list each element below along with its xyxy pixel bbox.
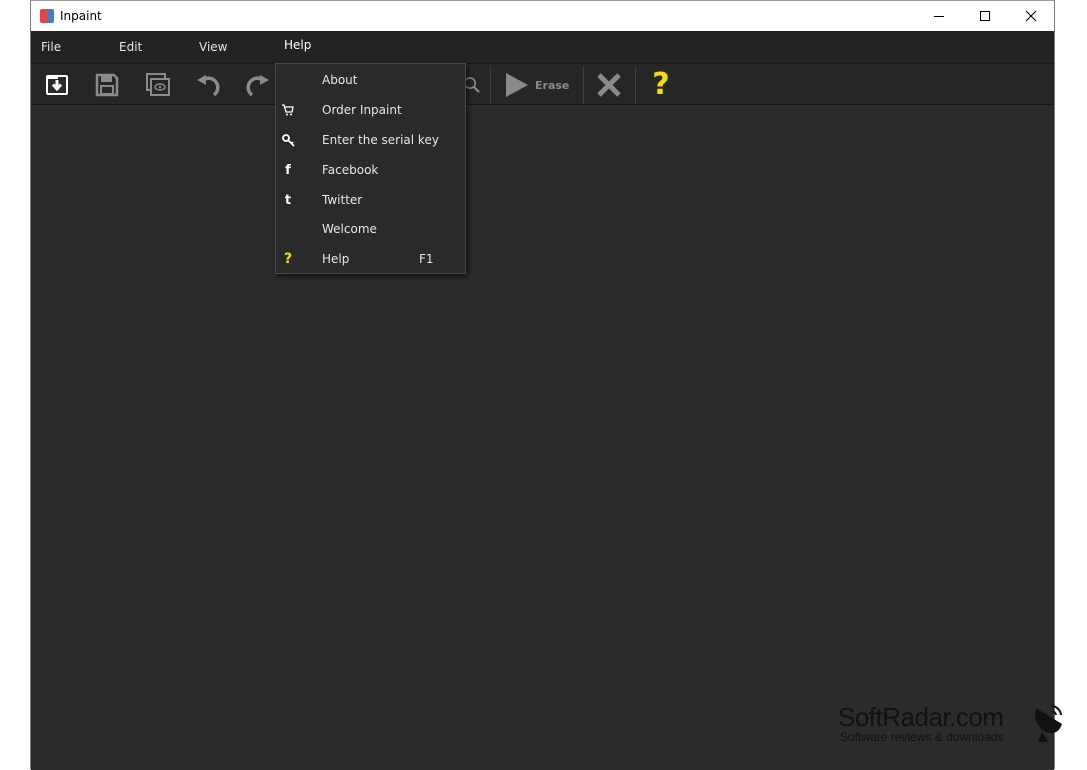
- menu-edit[interactable]: Edit: [119, 40, 142, 54]
- inpaint-app-icon: [40, 9, 54, 23]
- minimize-icon: [934, 16, 944, 17]
- menu-bar: File Edit View Help: [31, 31, 1054, 64]
- close-icon: [1025, 10, 1037, 22]
- menu-item-help[interactable]: ? Help F1: [276, 245, 465, 273]
- toolbar: Erase ?: [31, 64, 1054, 105]
- image-canvas[interactable]: [31, 105, 1054, 770]
- undo-button[interactable]: [192, 68, 226, 102]
- app-window: Inpaint File Edit View Help Erase ? Abou…: [30, 0, 1055, 770]
- menu-file[interactable]: File: [41, 40, 61, 54]
- menu-item-label: Enter the serial key: [322, 133, 439, 147]
- menu-item-label: Welcome: [322, 222, 377, 236]
- toolbar-separator: [490, 66, 491, 104]
- play-icon: [506, 73, 528, 97]
- save-icon: [95, 73, 119, 97]
- title-bar[interactable]: Inpaint: [31, 1, 1054, 31]
- window-controls: [916, 1, 1054, 31]
- menu-item-order-inpaint[interactable]: Order Inpaint: [276, 96, 465, 124]
- cart-icon: [281, 103, 295, 117]
- maximize-icon: [980, 11, 990, 21]
- close-button[interactable]: [1008, 1, 1054, 31]
- key-icon: [281, 133, 295, 147]
- toolbar-separator: [583, 66, 584, 104]
- menu-item-facebook[interactable]: f Facebook: [276, 156, 465, 184]
- save-button[interactable]: [90, 68, 124, 102]
- twitter-icon: t: [284, 192, 292, 208]
- maximize-button[interactable]: [962, 1, 1008, 31]
- open-button[interactable]: [40, 68, 74, 102]
- menu-item-serial-key[interactable]: Enter the serial key: [276, 126, 465, 154]
- undo-icon: [197, 75, 220, 97]
- watermark-tagline: Software reviews & downloads: [840, 730, 1004, 744]
- redo-icon: [246, 75, 269, 97]
- menu-item-twitter[interactable]: t Twitter: [276, 186, 465, 214]
- menu-view[interactable]: View: [199, 40, 227, 54]
- menu-item-about[interactable]: About: [276, 66, 465, 94]
- menu-help[interactable]: Help: [284, 38, 311, 52]
- erase-button[interactable]: Erase: [505, 68, 569, 102]
- question-icon: ?: [652, 67, 670, 102]
- cancel-button[interactable]: [592, 68, 626, 102]
- satellite-dish-icon: [1035, 705, 1062, 742]
- erase-label: Erase: [535, 78, 570, 92]
- cross-icon: [597, 73, 621, 97]
- preview-icon: [146, 73, 170, 96]
- preview-button[interactable]: [141, 68, 175, 102]
- menu-item-shortcut: F1: [419, 252, 434, 266]
- open-icon: [46, 75, 68, 95]
- window-title: Inpaint: [60, 9, 102, 23]
- menu-item-label: Order Inpaint: [322, 103, 402, 117]
- softradar-watermark: SoftRadar.com Software reviews & downloa…: [838, 702, 1068, 752]
- help-button[interactable]: ?: [644, 68, 678, 102]
- menu-item-welcome[interactable]: Welcome: [276, 215, 465, 243]
- menu-item-label: About: [322, 73, 358, 87]
- help-dropdown-menu: About Order Inpaint Enter the serial key…: [275, 63, 466, 274]
- watermark-brand: SoftRadar.com: [838, 702, 1004, 732]
- menu-item-label: Help: [322, 252, 350, 266]
- minimize-button[interactable]: [916, 1, 962, 31]
- question-icon: ?: [283, 251, 293, 267]
- toolbar-separator: [635, 66, 636, 104]
- redo-button[interactable]: [243, 68, 273, 102]
- facebook-icon: f: [285, 162, 291, 178]
- menu-item-label: Facebook: [322, 163, 379, 177]
- menu-item-label: Twitter: [322, 193, 363, 207]
